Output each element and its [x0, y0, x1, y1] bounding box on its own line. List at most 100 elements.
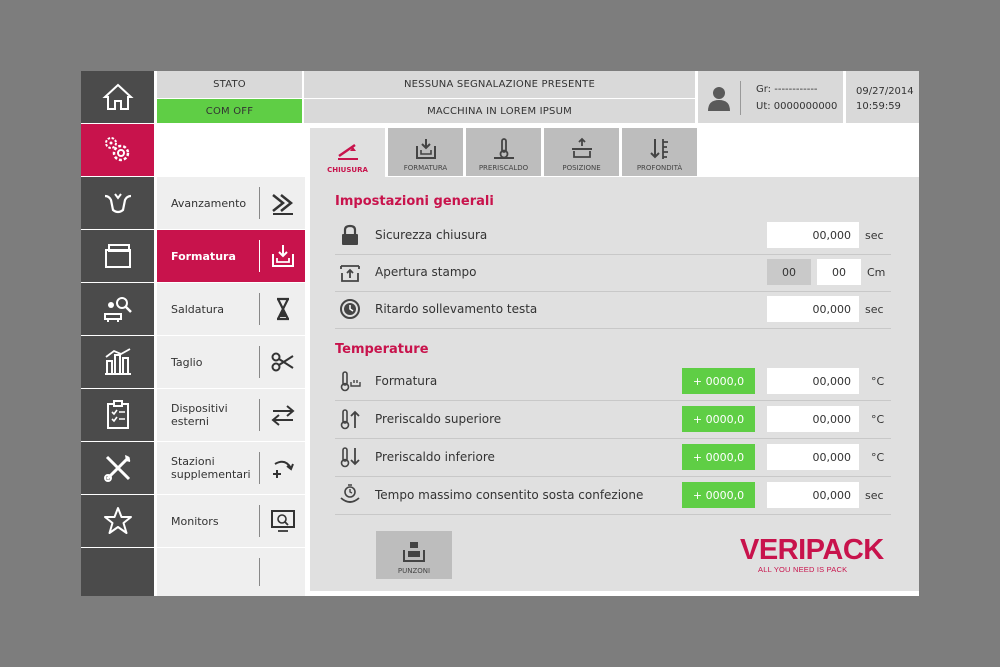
unit-label: °C — [871, 375, 885, 388]
submenu-divider — [259, 240, 260, 272]
user-label: Ut: 0000000000 — [756, 101, 838, 112]
submenu-monitors[interactable]: Monitors — [157, 495, 305, 547]
thermometer-up-icon — [340, 409, 360, 430]
unit-label: sec — [865, 303, 884, 316]
submenu-divider — [259, 346, 260, 378]
submenu-avanzamento[interactable]: Avanzamento — [157, 177, 305, 229]
preriscaldo-superiore-input[interactable]: 00,000 — [767, 406, 859, 432]
nav-forming[interactable] — [81, 177, 154, 229]
nav-tools[interactable] — [81, 442, 154, 494]
row-ritardo-sollevamento: Ritardo sollevamento testa 00,000 sec — [335, 291, 891, 329]
home-icon — [101, 83, 134, 110]
tab-label: PROFONDITÀ — [636, 164, 683, 172]
apertura-stampo-input[interactable]: 00 — [817, 259, 861, 285]
section-temperature-title: Temperature — [335, 342, 429, 357]
submenu-label: Dispositivi esterni — [171, 402, 228, 428]
sicurezza-chiusura-input[interactable]: 00,000 — [767, 222, 859, 248]
tab-preriscaldo[interactable]: PRERISCALDO — [466, 128, 541, 176]
temp-formatura-actual: + 0000,0 — [682, 368, 755, 394]
submenu-label: Taglio — [171, 355, 203, 369]
nav-diagnostics[interactable] — [81, 283, 154, 335]
user-avatar-icon — [708, 87, 730, 111]
unit-label: °C — [871, 413, 885, 426]
machine-status: MACCHINA IN LOREM IPSUM — [304, 99, 695, 123]
gears-icon — [104, 137, 129, 162]
user-panel[interactable]: Gr: ------------ Ut: 0000000000 — [698, 71, 843, 123]
logo-brand: VERIPACK — [740, 534, 884, 566]
nav-statistics[interactable] — [81, 336, 154, 388]
row-apertura-stampo: Apertura stampo 00 00 Cm — [335, 254, 891, 292]
folder-icon — [104, 244, 131, 268]
punzoni-button[interactable]: PUNZONI — [376, 531, 452, 579]
preriscaldo-inferiore-input[interactable]: 00,000 — [767, 444, 859, 470]
checklist-icon — [106, 400, 129, 429]
nav-settings[interactable] — [81, 124, 154, 176]
star-icon — [103, 507, 132, 534]
row-preriscaldo-superiore: Preriscaldo superiore + 0000,0 00,000 °C — [335, 401, 891, 439]
submenu-divider — [259, 187, 260, 219]
submenu-formatura[interactable]: Formatura — [157, 230, 305, 282]
submenu-label: Stazioni supplementari — [171, 455, 251, 481]
submenu-divider — [259, 505, 260, 537]
nav-checklist[interactable] — [81, 389, 154, 441]
row-label: Preriscaldo superiore — [375, 412, 502, 426]
submenu-label: Avanzamento — [171, 196, 247, 210]
tab-label: PRERISCALDO — [478, 164, 529, 172]
submenu-stazioni-supplementari[interactable]: Stazioni supplementari — [157, 442, 305, 494]
tab-chiusura[interactable]: CHIUSURA — [310, 128, 385, 178]
submenu-divider — [259, 293, 260, 325]
row-temp-formatura: Formatura + 0000,0 00,000 °C — [335, 363, 891, 401]
position-icon — [571, 137, 592, 158]
unit-label: Cm — [867, 266, 886, 279]
message-bar: NESSUNA SEGNALAZIONE PRESENTE — [304, 71, 695, 98]
nav-favorites[interactable] — [81, 495, 154, 547]
punzoni-label: PUNZONI — [397, 567, 431, 575]
settings-panel: Impostazioni generali Sicurezza chiusura… — [310, 177, 919, 591]
nav-home[interactable] — [81, 71, 154, 123]
preheat-icon — [493, 138, 514, 159]
ritardo-sollevamento-input[interactable]: 00,000 — [767, 296, 859, 322]
thermometer-down-icon — [340, 447, 360, 468]
tools-icon — [103, 455, 130, 482]
tab-label: POSIZIONE — [562, 164, 601, 172]
row-tempo-sosta: Tempo massimo consentito sosta confezion… — [335, 477, 891, 515]
user-separator — [740, 81, 741, 115]
stato-label: STATO — [157, 71, 302, 98]
row-label: Apertura stampo — [375, 265, 477, 279]
tab-posizione[interactable]: POSIZIONE — [544, 128, 619, 176]
submenu-label: Monitors — [171, 514, 219, 528]
apertura-stampo-actual: 00 — [767, 259, 811, 285]
group-label: Gr: ------------ — [756, 84, 818, 95]
datetime-panel: 09/27/2014 10:59:59 — [846, 71, 919, 123]
row-label: Tempo massimo consentito sosta confezion… — [375, 488, 644, 502]
row-label: Sicurezza chiusura — [375, 228, 488, 242]
row-preriscaldo-inferiore: Preriscaldo inferiore + 0000,0 00,000 °C — [335, 439, 891, 477]
tab-profondita[interactable]: PROFONDITÀ — [622, 128, 697, 176]
submenu-dispositivi-esterni[interactable]: Dispositivi esterni — [157, 389, 305, 441]
tab-formatura[interactable]: FORMATURA — [388, 128, 463, 176]
punch-icon — [403, 542, 425, 562]
statistics-icon — [104, 348, 131, 375]
temp-formatura-input[interactable]: 00,000 — [767, 368, 859, 394]
submenu-saldatura[interactable]: Saldatura — [157, 283, 305, 335]
unit-label: °C — [871, 451, 885, 464]
thermometer-forming-icon — [340, 371, 361, 392]
submenu-empty — [157, 548, 305, 596]
section-general-title: Impostazioni generali — [335, 194, 494, 209]
nav-folder[interactable] — [81, 230, 154, 282]
exchange-arrows-icon — [271, 405, 295, 426]
submenu-divider — [259, 558, 260, 586]
tab-label: FORMATURA — [403, 164, 448, 172]
tempo-sosta-input[interactable]: 00,000 — [767, 482, 859, 508]
mold-open-icon — [340, 265, 360, 282]
closing-icon — [337, 143, 358, 160]
submenu-label: Saldatura — [171, 302, 225, 316]
hmi-screen: STATO COM OFF NESSUNA SEGNALAZIONE PRESE… — [81, 71, 919, 596]
forming-tray-icon — [415, 139, 436, 159]
preriscaldo-superiore-actual: + 0000,0 — [682, 406, 755, 432]
row-label: Formatura — [375, 374, 438, 388]
submenu-taglio[interactable]: Taglio — [157, 336, 305, 388]
monitor-icon — [271, 510, 295, 532]
lock-icon — [342, 224, 358, 245]
unit-label: sec — [865, 229, 884, 242]
